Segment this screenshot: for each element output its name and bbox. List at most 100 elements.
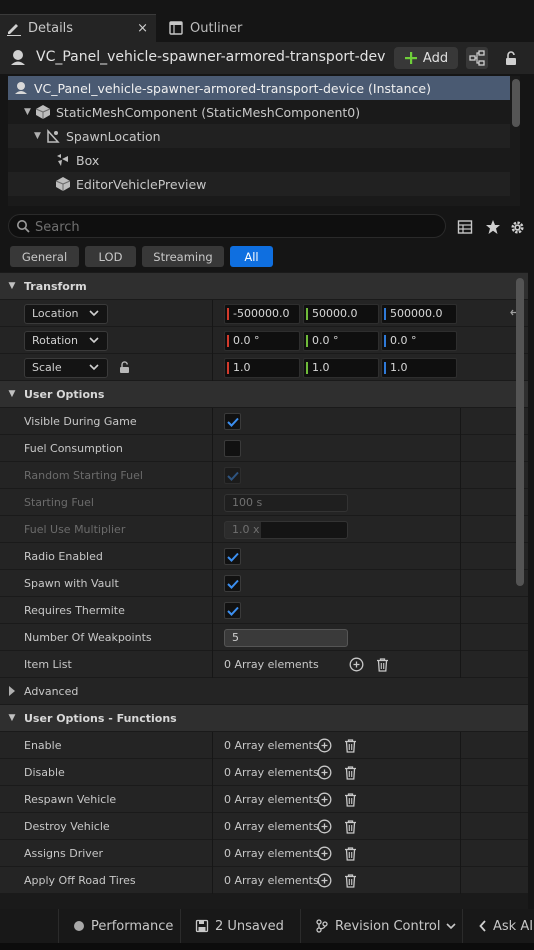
- number-of-weakpoints-field[interactable]: 5: [224, 629, 348, 647]
- property-number-of-weakpoints: Number Of Weakpoints 5: [0, 624, 528, 651]
- random-starting-fuel-checkbox: [224, 467, 241, 484]
- spawn-with-vault-checkbox[interactable]: [224, 575, 241, 592]
- property-label: Random Starting Fuel: [24, 469, 143, 482]
- actor-name: VC_Panel_vehicle-spawner-armored-transpo…: [36, 49, 386, 65]
- scale-z-field[interactable]: 1.0: [381, 358, 457, 378]
- rotation-z-field[interactable]: 0.0 °: [381, 331, 457, 351]
- scale-x-field[interactable]: 1.0: [224, 358, 300, 378]
- expand-arrow-icon[interactable]: ▼: [34, 131, 44, 141]
- location-z-field[interactable]: 500000.0: [381, 304, 457, 324]
- trash-icon[interactable]: [343, 792, 358, 807]
- table-view-icon[interactable]: [457, 219, 473, 235]
- checkmark-icon: [226, 471, 239, 481]
- radio-enabled-checkbox[interactable]: [224, 548, 241, 565]
- location-label: Location: [32, 307, 79, 320]
- property-location: Location -500000.0 50000.0 500000.0: [0, 300, 528, 327]
- property-label: Requires Thermite: [24, 604, 125, 617]
- tree-scrollbar[interactable]: [512, 79, 520, 127]
- static-mesh-icon: [54, 175, 72, 193]
- property-label: Radio Enabled: [24, 550, 103, 563]
- filter-streaming[interactable]: Streaming: [142, 246, 224, 267]
- add-component-button[interactable]: Add: [394, 47, 458, 69]
- rotation-mode-dropdown[interactable]: Rotation: [24, 331, 108, 351]
- revision-control-button[interactable]: Revision Control: [300, 909, 457, 943]
- property-fuel-use-multiplier: Fuel Use Multiplier 1.0 x: [0, 516, 528, 543]
- trash-icon[interactable]: [343, 738, 358, 753]
- chevron-down-icon: [89, 363, 99, 371]
- filter-all[interactable]: All: [230, 246, 273, 267]
- array-count: 0 Array elements: [224, 739, 319, 752]
- rotation-x-field[interactable]: 0.0 °: [224, 331, 300, 351]
- scale-y-field[interactable]: 1.0: [303, 358, 379, 378]
- tree-item-label: VC_Panel_vehicle-spawner-armored-transpo…: [34, 80, 431, 96]
- scene-component-icon: [44, 127, 62, 145]
- revision-control-label: Revision Control: [335, 918, 441, 934]
- pencil-icon: [6, 21, 22, 37]
- box-collision-icon: [54, 151, 72, 169]
- category-user-options[interactable]: ▼ User Options: [0, 381, 528, 407]
- tab-outliner-label: Outliner: [190, 20, 243, 36]
- trash-icon[interactable]: [343, 819, 358, 834]
- filter-general[interactable]: General: [10, 246, 79, 267]
- tab-details-label: Details: [28, 21, 74, 36]
- rotation-y-field[interactable]: 0.0 °: [303, 331, 379, 351]
- property-radio-enabled: Radio Enabled: [0, 543, 528, 570]
- blueprint-icon[interactable]: [466, 47, 488, 69]
- performance-button[interactable]: Performance: [58, 909, 173, 943]
- property-label: Fuel Consumption: [24, 442, 123, 455]
- requires-thermite-checkbox[interactable]: [224, 602, 241, 619]
- scale-x-value: 1.0: [233, 361, 251, 374]
- lock-open-icon[interactable]: [500, 47, 522, 69]
- add-element-icon[interactable]: [317, 873, 332, 888]
- array-count: 0 Array elements: [224, 793, 319, 806]
- tab-outliner[interactable]: Outliner: [162, 14, 302, 42]
- checkmark-icon: [226, 552, 239, 562]
- tree-item-actor[interactable]: VC_Panel_vehicle-spawner-armored-transpo…: [8, 76, 510, 100]
- category-user-options-functions[interactable]: ▼ User Options - Functions: [0, 705, 528, 731]
- location-x-field[interactable]: -500000.0: [224, 304, 300, 324]
- ask-ai-button[interactable]: Ask AI: [462, 909, 533, 943]
- visible-during-game-checkbox[interactable]: [224, 413, 241, 430]
- add-label: Add: [422, 50, 449, 66]
- function-label: Respawn Vehicle: [24, 793, 117, 806]
- fuel-consumption-checkbox[interactable]: [224, 440, 241, 457]
- add-element-icon[interactable]: [317, 792, 332, 807]
- filter-lod[interactable]: LOD: [85, 246, 136, 267]
- add-element-icon[interactable]: [317, 846, 332, 861]
- location-y-field[interactable]: 50000.0: [303, 304, 379, 324]
- scale-mode-dropdown[interactable]: Scale: [24, 358, 108, 378]
- trash-icon[interactable]: [343, 765, 358, 780]
- tree-item-static-mesh[interactable]: ▼ StaticMeshComponent (StaticMeshCompone…: [8, 100, 510, 124]
- add-element-icon[interactable]: [317, 765, 332, 780]
- category-transform[interactable]: ▼ Transform: [0, 273, 528, 299]
- tree-item-spawn-location[interactable]: ▼ SpawnLocation: [8, 124, 510, 148]
- property-label: Advanced: [24, 685, 79, 698]
- properties-scrollbar[interactable]: [516, 278, 524, 586]
- lock-open-icon[interactable]: [118, 360, 132, 374]
- function-row: Destroy Vehicle 0 Array elements: [0, 813, 528, 840]
- tree-item-box[interactable]: Box: [8, 148, 510, 172]
- search-input[interactable]: [35, 218, 435, 236]
- star-icon[interactable]: [485, 219, 501, 235]
- function-label: Destroy Vehicle: [24, 820, 110, 833]
- gear-icon[interactable]: [509, 219, 526, 236]
- add-element-icon[interactable]: [317, 819, 332, 834]
- add-element-icon[interactable]: [349, 657, 364, 672]
- location-mode-dropdown[interactable]: Location: [24, 304, 108, 324]
- tree-item-editor-vehicle-preview[interactable]: EditorVehiclePreview: [8, 172, 510, 196]
- close-icon[interactable]: ×: [137, 21, 148, 36]
- scale-y-value: 1.0: [312, 361, 330, 374]
- checkmark-icon: [226, 579, 239, 589]
- tree-item-label: Box: [76, 152, 100, 168]
- expand-arrow-icon[interactable]: ▼: [24, 107, 34, 117]
- trash-icon[interactable]: [343, 873, 358, 888]
- outliner-icon: [168, 20, 184, 36]
- tab-details[interactable]: Details ×: [0, 14, 156, 42]
- trash-icon[interactable]: [343, 846, 358, 861]
- function-label: Disable: [24, 766, 65, 779]
- location-z-value: 500000.0: [390, 307, 443, 320]
- trash-icon[interactable]: [375, 657, 390, 672]
- unsaved-button[interactable]: 2 Unsaved: [180, 909, 284, 943]
- add-element-icon[interactable]: [317, 738, 332, 753]
- category-advanced[interactable]: Advanced: [0, 678, 528, 705]
